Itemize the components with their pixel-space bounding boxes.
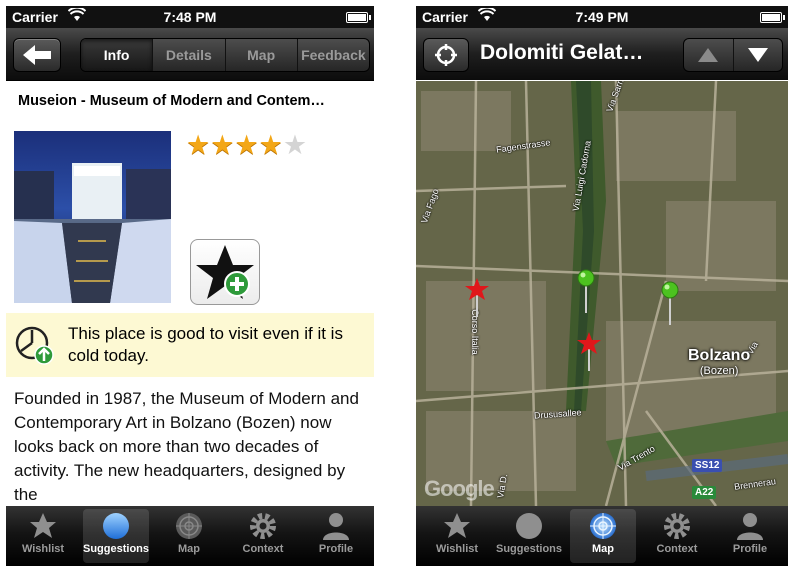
star-empty-icon: ★ xyxy=(282,130,308,160)
status-bar: Carrier 7:49 PM xyxy=(416,6,788,28)
tab-map[interactable]: Map xyxy=(224,39,297,71)
gear-icon xyxy=(250,513,276,539)
green-pin-icon xyxy=(661,281,679,325)
tab-info[interactable]: Info xyxy=(81,39,153,71)
tabbar-context-label: Context xyxy=(242,543,284,555)
red-star-pin-icon xyxy=(577,332,601,371)
map-view[interactable]: Via Sarnesi Fagenstrasse Via Luigi Cador… xyxy=(416,81,788,506)
nav-bar: Info Details Map Feedback xyxy=(6,28,374,81)
prev-next-control xyxy=(683,38,783,72)
next-button[interactable] xyxy=(732,39,783,71)
previous-button[interactable] xyxy=(684,39,733,71)
star-icon: ★ xyxy=(186,130,211,160)
add-to-wishlist-button[interactable] xyxy=(190,239,260,305)
clock: 7:48 PM xyxy=(163,9,217,25)
gear-icon xyxy=(664,513,690,539)
green-pin-icon xyxy=(577,269,595,313)
google-watermark: Google xyxy=(424,476,495,501)
star-icon: ★ xyxy=(210,130,235,160)
cold-weather-icon xyxy=(14,325,54,370)
tab-bar: Wishlist Suggestions Map Context Profile xyxy=(6,506,374,566)
battery-icon xyxy=(760,12,785,23)
add-to-wishlist-star-icon xyxy=(196,245,254,299)
map-pin-green[interactable] xyxy=(576,269,596,318)
tabbar-context-label: Context xyxy=(656,543,698,555)
tabbar-suggestions-label: Suggestions xyxy=(496,543,563,555)
city-label: Bolzano (Bozen) xyxy=(688,347,750,377)
star-icon: ★ xyxy=(258,130,283,160)
tabbar-context[interactable]: Context xyxy=(644,509,710,563)
tabbar-context[interactable]: Context xyxy=(230,509,296,563)
battery-icon xyxy=(346,12,371,23)
person-icon xyxy=(323,513,349,540)
star-icon xyxy=(30,513,56,538)
weather-note: This place is good to visit even if it i… xyxy=(6,313,374,377)
city-alt-name: (Bozen) xyxy=(699,365,739,377)
tabbar-suggestions-label: Suggestions xyxy=(83,543,150,555)
radar-icon xyxy=(176,513,202,539)
person-icon xyxy=(737,513,763,540)
tabbar-profile[interactable]: Profile xyxy=(717,509,783,563)
tabbar-profile-label: Profile xyxy=(318,543,354,555)
tabbar-map-label: Map xyxy=(592,543,614,555)
info-content: Museion - Museum of Modern and Contem… ★… xyxy=(6,81,374,506)
weather-note-text: This place is good to visit even if it i… xyxy=(68,324,343,365)
locate-button[interactable] xyxy=(423,38,469,72)
down-arrow-icon xyxy=(747,48,768,62)
tabbar-map[interactable]: Map xyxy=(156,509,222,563)
map-screen: Carrier 7:49 PM Dolomiti Gelat… Via Sarn… xyxy=(416,6,788,566)
star-icon xyxy=(444,513,470,538)
tabbar-wishlist[interactable]: Wishlist xyxy=(424,509,490,563)
tab-bar: Wishlist Suggestions Map Context Profile xyxy=(416,506,788,566)
road-sign: A22 xyxy=(692,486,717,499)
locate-icon xyxy=(435,44,457,66)
star-icon: ★ xyxy=(234,130,259,160)
rating-stars: ★ ★ ★ ★ ★ xyxy=(186,131,307,159)
tab-feedback[interactable]: Feedback xyxy=(296,39,369,71)
map-pin-green[interactable] xyxy=(660,281,680,330)
red-star-pin-icon xyxy=(465,278,489,317)
tabbar-profile[interactable]: Profile xyxy=(303,509,369,563)
tabbar-suggestions[interactable]: Suggestions xyxy=(496,509,562,563)
nav-bar: Dolomiti Gelat… xyxy=(416,28,788,80)
road-sign: SS12 xyxy=(692,459,723,472)
up-arrow-icon xyxy=(698,48,719,62)
tab-details[interactable]: Details xyxy=(152,39,224,71)
back-arrow-icon xyxy=(23,45,51,65)
poi-title: Museion - Museum of Modern and Contem… xyxy=(18,93,325,109)
tabbar-suggestions[interactable]: Suggestions xyxy=(83,509,149,563)
poi-photo xyxy=(14,131,171,303)
circle-icon xyxy=(516,513,542,539)
tabbar-profile-label: Profile xyxy=(732,543,768,555)
radar-icon xyxy=(590,513,616,539)
info-screen: Carrier 7:48 PM Info Details Map Feedbac… xyxy=(6,6,374,566)
tabbar-wishlist-label: Wishlist xyxy=(435,543,479,555)
tabbar-wishlist-label: Wishlist xyxy=(21,543,65,555)
tabbar-map-label: Map xyxy=(178,543,200,555)
tabbar-wishlist[interactable]: Wishlist xyxy=(10,509,76,563)
map-pin-red[interactable] xyxy=(576,331,602,376)
status-bar: Carrier 7:48 PM xyxy=(6,6,374,28)
back-button[interactable] xyxy=(13,38,61,72)
clock: 7:49 PM xyxy=(575,9,629,25)
circle-icon xyxy=(103,513,129,539)
city-name: Bolzano xyxy=(688,347,751,364)
poi-description: Founded in 1987, the Museum of Modern an… xyxy=(14,389,359,504)
map-title: Dolomiti Gelat… xyxy=(480,41,644,64)
map-pin-red[interactable] xyxy=(464,277,490,322)
tabbar-map[interactable]: Map xyxy=(570,509,636,563)
detail-tabs: Info Details Map Feedback xyxy=(80,38,370,72)
